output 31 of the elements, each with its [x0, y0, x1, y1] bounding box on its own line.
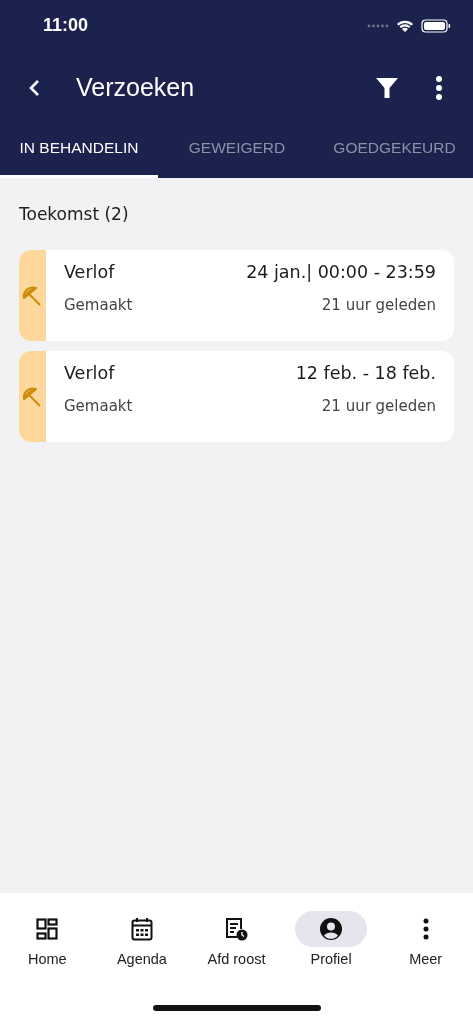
- back-icon[interactable]: [28, 78, 40, 97]
- nav-item[interactable]: Afd roost: [191, 911, 282, 967]
- request-date: 12 feb. - 18 feb.: [295, 363, 436, 383]
- status-time: 11:00: [43, 15, 89, 36]
- wifi-icon: [396, 18, 414, 33]
- request-status: Gemaakt: [64, 397, 133, 415]
- filter-icon[interactable]: [375, 75, 399, 100]
- document-clock-icon: [224, 917, 249, 941]
- calendar-icon: [130, 917, 153, 941]
- request-time: 21 uur geleden: [321, 397, 436, 415]
- request-type: Verlof: [64, 262, 115, 282]
- more-icon[interactable]: [435, 74, 443, 101]
- signal-icon: [367, 23, 389, 28]
- section-title: Toekomst (2): [19, 204, 130, 224]
- dashboard-icon: [36, 918, 59, 940]
- page-title: Verzoeken: [76, 73, 196, 102]
- nav-item[interactable]: Home: [2, 911, 93, 967]
- request-time: 21 uur geleden: [321, 296, 436, 314]
- request-status: Gemaakt: [64, 296, 133, 314]
- profile-icon: [319, 917, 344, 941]
- request-card[interactable]: Verlof 12 feb. - 18 feb. Gemaakt 21 uur geleden: [19, 351, 454, 442]
- nav-item[interactable]: Meer: [380, 911, 471, 967]
- nav-item[interactable]: Agenda: [96, 911, 187, 967]
- request-card[interactable]: Verlof 24 jan.| 00:00 - 23:59 Gemaakt 21 uur geleden: [19, 250, 454, 341]
- tab[interactable]: IN BEHANDELIN: [0, 120, 158, 178]
- tab[interactable]: GEWEIGERD: [158, 120, 316, 178]
- tab[interactable]: GOEDGEKEURD: [316, 120, 473, 178]
- request-type: Verlof: [64, 363, 115, 383]
- more-icon: [422, 918, 429, 940]
- battery-icon: [421, 18, 451, 33]
- request-date: 24 jan.| 00:00 - 23:59: [246, 262, 436, 282]
